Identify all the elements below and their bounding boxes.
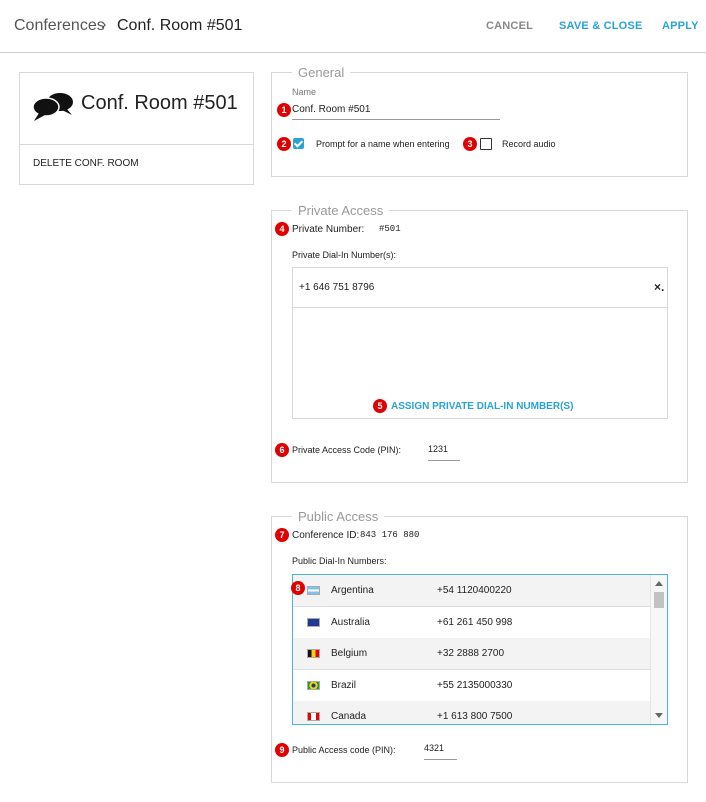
- marker-2: 2: [277, 137, 291, 151]
- marker-4: 4: [275, 222, 289, 236]
- record-audio-checkbox[interactable]: [480, 138, 492, 150]
- marker-6: 6: [275, 443, 289, 457]
- remove-number-icon[interactable]: ×.: [654, 280, 664, 294]
- public-dialin-list[interactable]: Argentina +54 1120400220 Australia +61 2…: [292, 574, 668, 725]
- record-audio-label: Record audio: [502, 139, 556, 149]
- top-bar: Conferences › Conf. Room #501 CANCEL SAV…: [0, 0, 706, 53]
- country-name: Australia: [331, 617, 370, 628]
- country-name: Argentina: [331, 585, 374, 596]
- breadcrumb-separator: ›: [101, 16, 107, 33]
- marker-5: 5: [373, 399, 387, 413]
- marker-1: 1: [277, 103, 291, 117]
- private-access-title: Private Access: [292, 203, 390, 218]
- save-close-button[interactable]: SAVE & CLOSE: [559, 20, 643, 32]
- dialin-number: +54 1120400220: [437, 585, 512, 596]
- public-dialin-label: Public Dial-In Numbers:: [292, 556, 387, 566]
- dialin-number: +32 2888 2700: [437, 648, 505, 659]
- apply-button[interactable]: APPLY: [662, 20, 699, 32]
- general-section-title: General: [292, 65, 351, 80]
- table-row[interactable]: Belgium +32 2888 2700: [293, 638, 650, 670]
- scroll-down-icon[interactable]: [655, 713, 663, 718]
- cancel-button[interactable]: CANCEL: [486, 20, 533, 32]
- australia-flag-icon: [307, 618, 320, 627]
- room-card: Conf. Room #501 DELETE CONF. ROOM: [19, 72, 254, 185]
- marker-7: 7: [275, 528, 289, 542]
- belgium-flag-icon: [307, 649, 320, 658]
- public-pin-label: Public Access code (PIN):: [292, 745, 396, 755]
- marker-9: 9: [275, 743, 289, 757]
- chat-bubbles-icon: [32, 93, 73, 121]
- public-pin-input[interactable]: [424, 743, 457, 760]
- delete-room-button[interactable]: DELETE CONF. ROOM: [33, 158, 139, 169]
- breadcrumb-current: Conf. Room #501: [117, 17, 243, 34]
- prompt-name-checkbox[interactable]: [293, 138, 304, 149]
- room-title: Conf. Room #501: [81, 92, 238, 114]
- private-number-value: #501: [379, 224, 401, 234]
- list-scrollbar[interactable]: [650, 575, 667, 724]
- dialin-number: +55 2135000330: [437, 680, 513, 691]
- scroll-up-icon[interactable]: [655, 581, 663, 586]
- private-access-section: Private Access 4 Private Number: #501 Pr…: [271, 203, 688, 483]
- marker-3: 3: [463, 137, 477, 151]
- table-row[interactable]: Canada +1 613 800 7500: [293, 701, 650, 724]
- canada-flag-icon: [307, 712, 320, 721]
- argentina-flag-icon: [307, 586, 320, 595]
- room-card-header: Conf. Room #501: [20, 73, 253, 145]
- prompt-name-label: Prompt for a name when entering: [316, 139, 450, 149]
- private-dialin-label: Private Dial-In Number(s):: [292, 250, 397, 260]
- country-name: Belgium: [331, 648, 368, 659]
- dialin-number: +1 613 800 7500: [437, 711, 513, 722]
- name-field-label: Name: [292, 87, 317, 97]
- private-pin-label: Private Access Code (PIN):: [292, 445, 402, 455]
- general-section: General Name 1 2 Prompt for a name when …: [271, 65, 688, 177]
- dialin-number: +61 261 450 998: [437, 617, 513, 628]
- assign-dialin-link[interactable]: ASSIGN PRIVATE DIAL-IN NUMBER(S): [391, 401, 573, 412]
- table-row[interactable]: Brazil +55 2135000330: [293, 670, 650, 702]
- public-access-title: Public Access: [292, 509, 385, 524]
- conference-id-value: 843 176 880: [360, 530, 420, 540]
- table-row[interactable]: Argentina +54 1120400220: [293, 575, 650, 607]
- conference-id-label: Conference ID:: [292, 530, 360, 541]
- brazil-flag-icon: [307, 681, 320, 690]
- list-item: +1 646 751 8796 ×.: [293, 268, 667, 308]
- public-access-section: Public Access 7 Conference ID: 843 176 8…: [271, 509, 688, 783]
- breadcrumb-conferences[interactable]: Conferences: [14, 17, 105, 35]
- marker-8: 8: [291, 581, 305, 595]
- country-name: Brazil: [331, 680, 357, 691]
- table-row[interactable]: Australia +61 261 450 998: [293, 607, 650, 639]
- scroll-thumb[interactable]: [654, 592, 664, 608]
- private-dialin-number: +1 646 751 8796: [299, 282, 375, 293]
- private-number-label: Private Number:: [292, 224, 365, 235]
- country-name: Canada: [331, 711, 367, 722]
- private-pin-input[interactable]: [428, 444, 460, 461]
- name-input[interactable]: [292, 104, 500, 120]
- private-dialin-list: +1 646 751 8796 ×. 5 ASSIGN PRIVATE DIAL…: [292, 267, 668, 419]
